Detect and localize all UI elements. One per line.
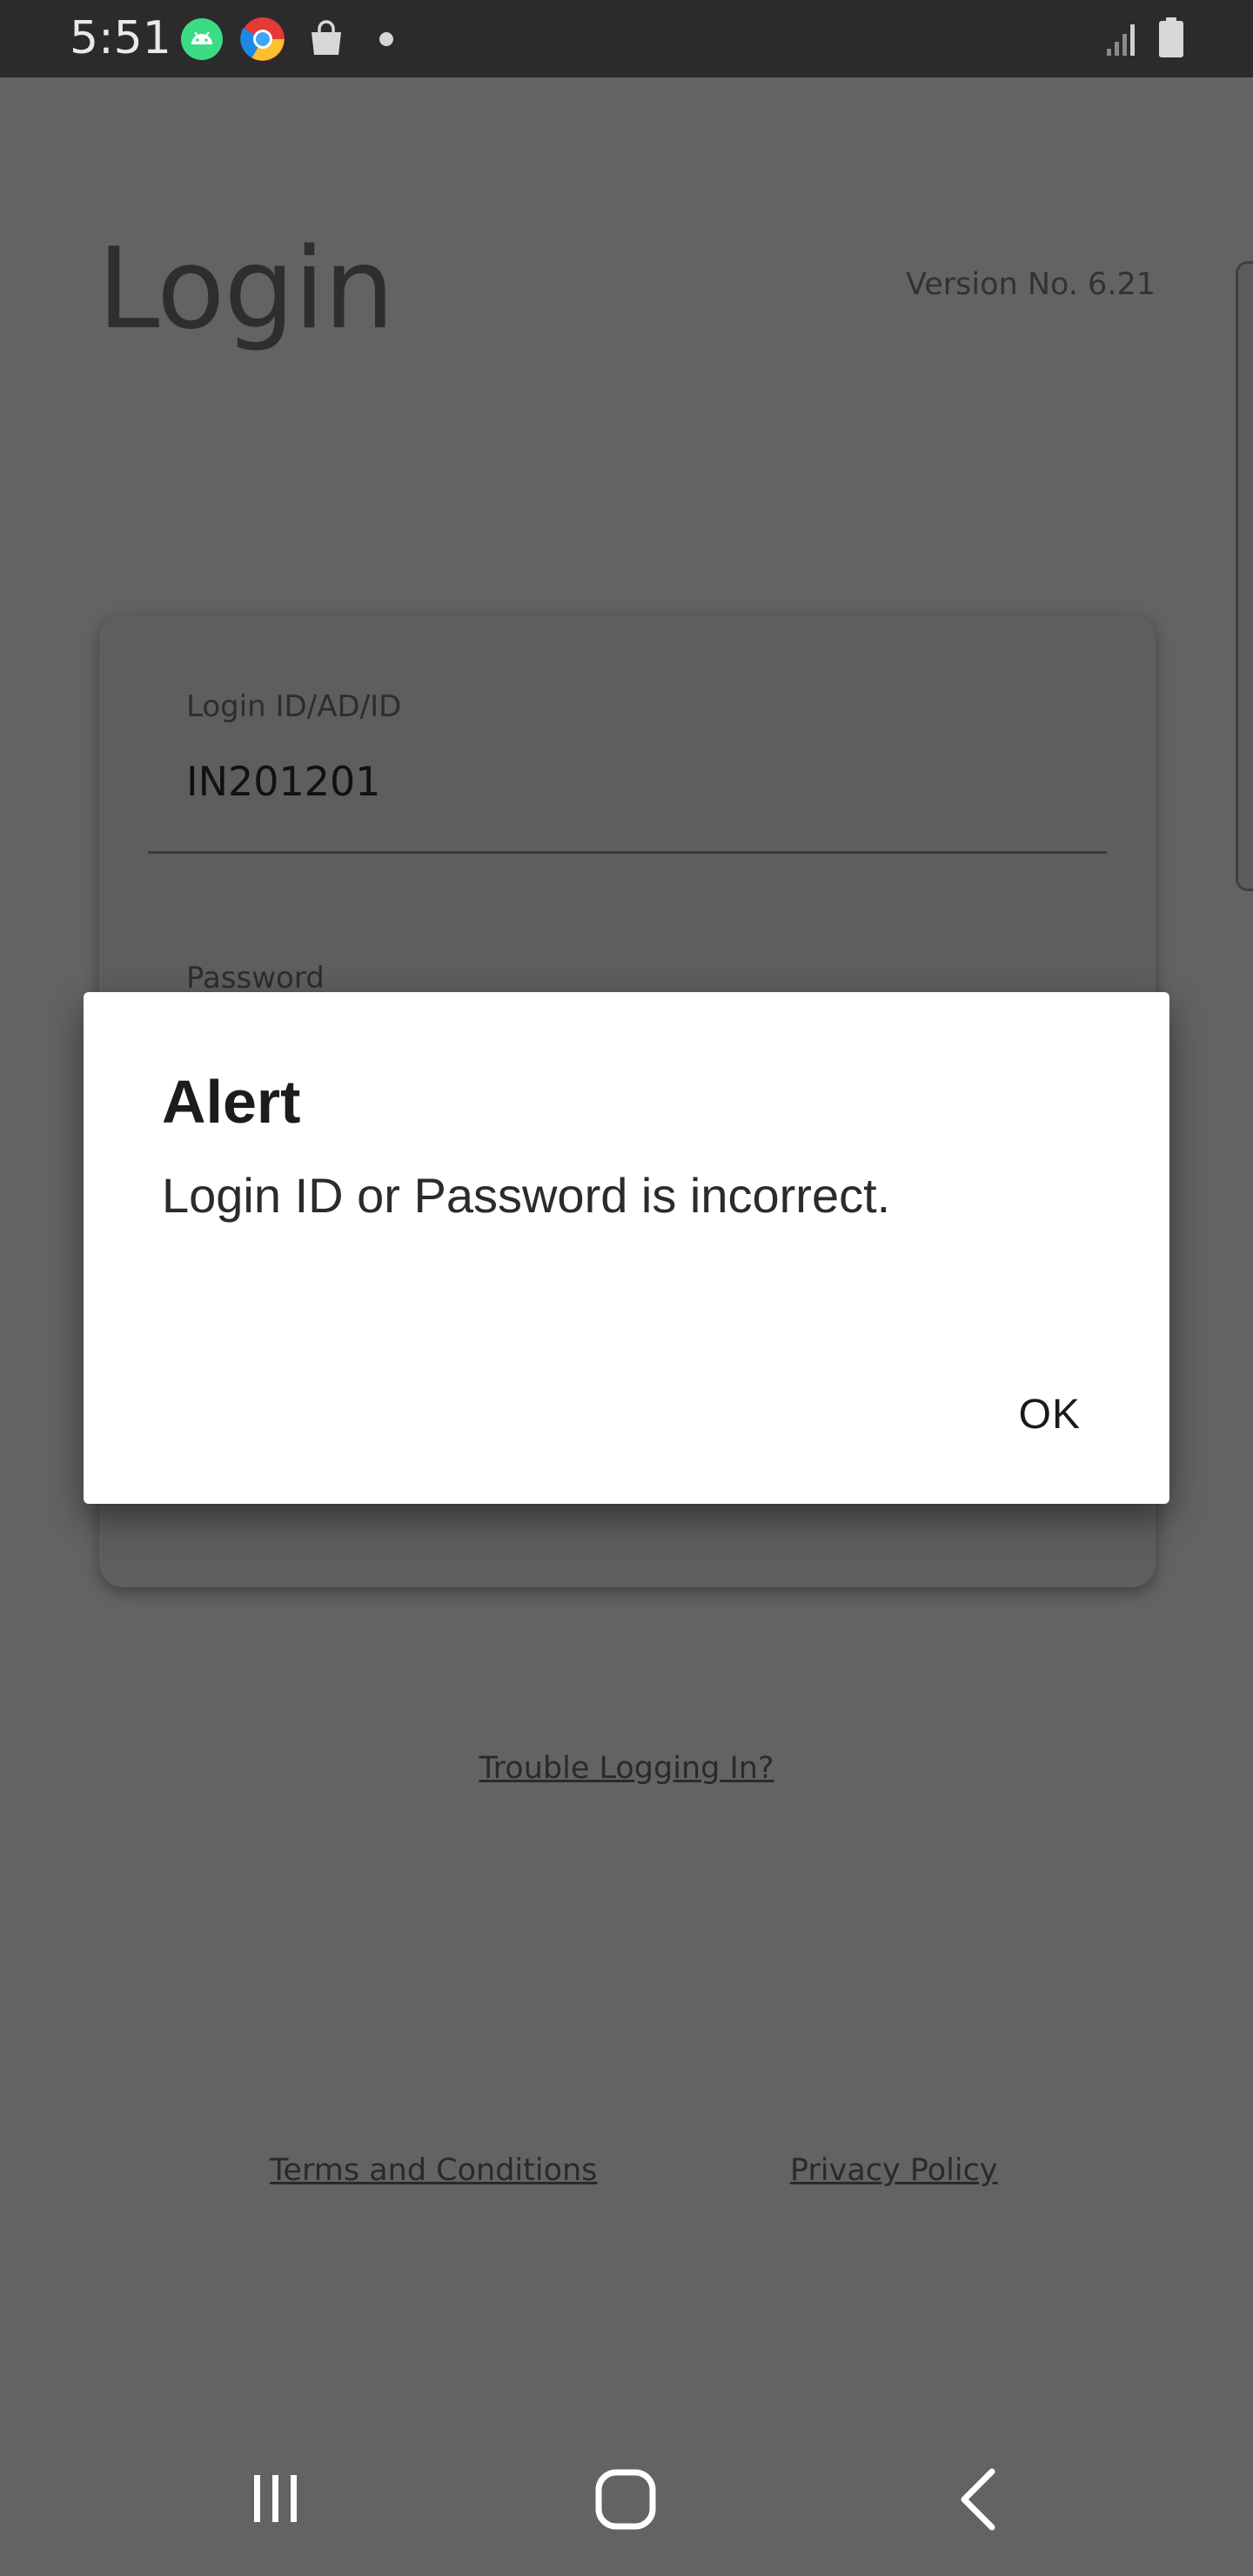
status-time: 5:51 [70, 12, 171, 64]
ok-button[interactable]: OK [1007, 1384, 1093, 1446]
status-bar: 5:51 [0, 0, 1253, 77]
page-title: Login [97, 225, 394, 354]
chrome-icon [240, 17, 285, 61]
shopping-bag-icon [312, 20, 341, 55]
back-icon[interactable] [955, 2466, 999, 2532]
android-icon [181, 18, 223, 60]
trouble-logging-in-link[interactable]: Trouble Logging In? [0, 1749, 1253, 1788]
home-icon[interactable] [594, 2468, 657, 2531]
login-id-underline [148, 851, 1107, 854]
alert-dialog: Alert Login ID or Password is incorrect.… [84, 992, 1169, 1504]
login-id-field[interactable]: IN201201 [186, 757, 381, 806]
version-label: Version No. 6.21 [906, 267, 1156, 302]
battery-icon [1159, 17, 1183, 57]
alert-title: Alert [162, 1068, 301, 1136]
login-id-label: Login ID/AD/ID [186, 689, 402, 724]
notification-dot-icon [379, 32, 393, 46]
privacy-policy-link[interactable]: Privacy Policy [790, 2151, 998, 2190]
signal-icon [1107, 24, 1135, 56]
recents-icon[interactable] [247, 2470, 305, 2527]
alert-message: Login ID or Password is incorrect. [162, 1168, 891, 1223]
scroll-indicator[interactable] [1236, 261, 1253, 891]
terms-and-conditions-link[interactable]: Terms and Conditions [270, 2151, 597, 2190]
